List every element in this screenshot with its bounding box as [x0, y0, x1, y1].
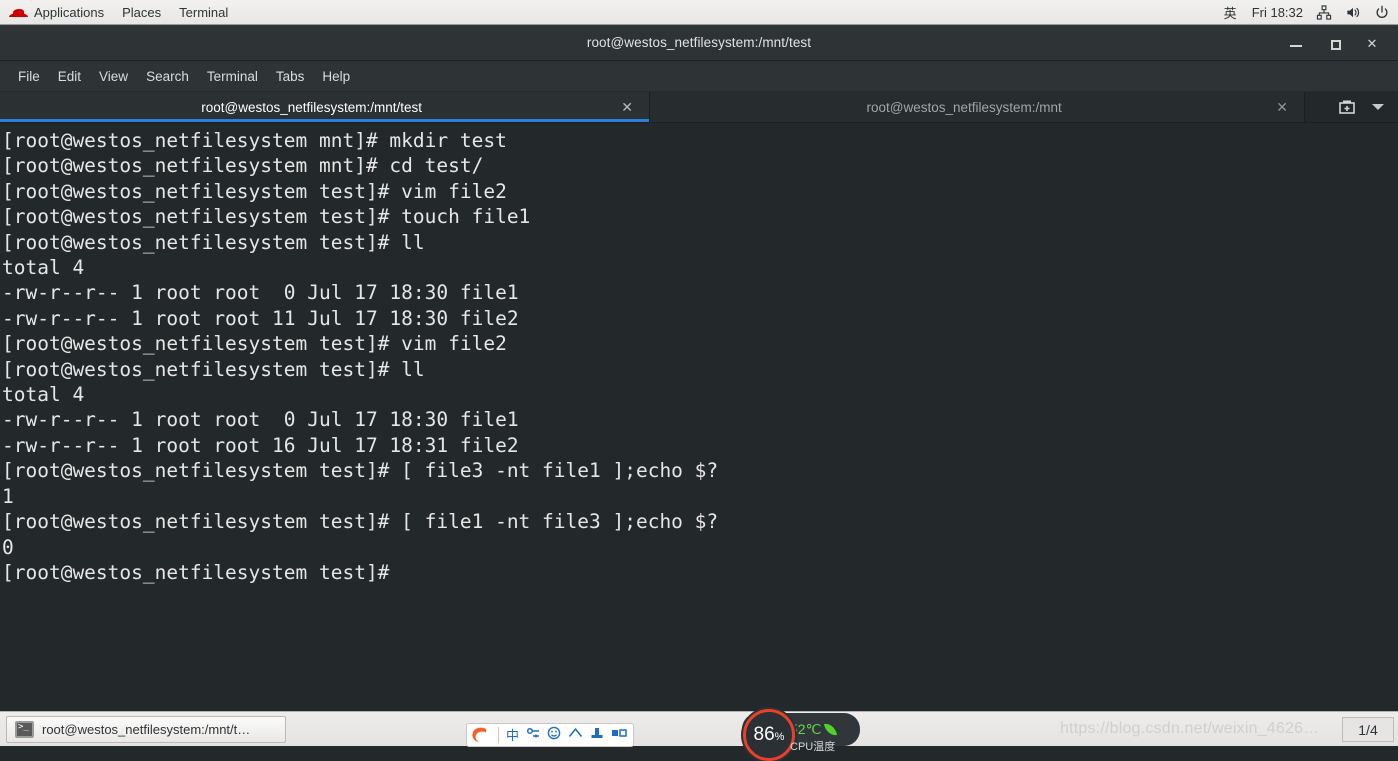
terminal-line: [root@westos_netfilesystem test]# ll [2, 357, 425, 381]
menubar: File Edit View Search Terminal Tabs Help [0, 61, 1398, 92]
tab-mnt[interactable]: root@westos_netfilesystem:/mnt ✕ [650, 92, 1305, 122]
places-menu[interactable]: Places [113, 0, 170, 24]
workspace-indicator-label: 1/4 [1358, 721, 1378, 738]
sogou-ime-toolbar[interactable]: 中 [466, 723, 635, 747]
places-menu-label: Places [122, 4, 162, 20]
terminal-line: total 4 [2, 383, 85, 407]
ime-divider [498, 727, 499, 743]
power-icon[interactable] [1374, 5, 1390, 20]
tab-label: root@westos_netfilesystem:/mnt/test [201, 99, 423, 115]
window-controls: ✕ [1288, 25, 1392, 61]
terminal-line: -rw-r--r-- 1 root root 16 Jul 17 18:31 f… [2, 433, 519, 457]
cpu-widget-caption: CPU温度 [790, 741, 836, 753]
cpu-temperature-row: 52℃ [790, 721, 838, 738]
terminal-line: 1 [2, 484, 14, 508]
workspace-switcher[interactable]: 1/4 [1342, 717, 1394, 742]
applications-menu[interactable]: Applications [0, 0, 113, 24]
top-panel-status-area: 英 Fri 18:32 [1222, 0, 1398, 24]
blog-watermark: https://blog.csdn.net/weixin_4626… [1060, 720, 1320, 737]
menu-search[interactable]: Search [137, 65, 198, 88]
maximize-button[interactable] [1326, 35, 1342, 51]
terminal-line: 0 [2, 535, 14, 559]
terminal-line: total 4 [2, 256, 85, 280]
volume-icon[interactable] [1345, 5, 1361, 20]
cpu-usage-ring[interactable]: 86% [743, 709, 795, 761]
tab-close-icon[interactable]: ✕ [1276, 100, 1288, 114]
terminal-line: [root@westos_netfilesystem test]# vim fi… [2, 332, 507, 356]
toolbox-icon[interactable] [590, 726, 604, 745]
terminal-window: root@westos_netfilesystem:/mnt/test ✕ Fi… [0, 25, 1398, 711]
menu-terminal[interactable]: Terminal [198, 65, 267, 88]
top-panel-menus: Applications Places Terminal [0, 0, 237, 24]
window-title: root@westos_netfilesystem:/mnt/test [586, 35, 812, 50]
tab-bar: root@westos_netfilesystem:/mnt/test ✕ ro… [0, 92, 1398, 123]
terminal-output[interactable]: [root@westos_netfilesystem mnt]# mkdir t… [0, 123, 1398, 711]
tab-close-icon[interactable]: ✕ [621, 100, 633, 114]
chevron-down-icon[interactable] [1372, 104, 1384, 110]
redhat-logo-icon [9, 6, 28, 19]
gnome-top-panel: Applications Places Terminal 英 Fri 18:32 [0, 0, 1398, 25]
sogou-logo-icon[interactable] [469, 726, 491, 745]
applications-menu-label: Applications [34, 4, 105, 20]
minimize-button[interactable] [1288, 35, 1304, 51]
leaf-icon [824, 722, 838, 737]
terminal-line: [root@westos_netfilesystem test]# touch … [2, 205, 531, 229]
menu-tabs[interactable]: Tabs [267, 65, 314, 88]
menu-view[interactable]: View [90, 65, 137, 88]
tab-bar-tools [1324, 92, 1398, 122]
terminal-line: -rw-r--r-- 1 root root 0 Jul 17 18:30 fi… [2, 408, 519, 432]
menu-help[interactable]: Help [313, 65, 359, 88]
terminal-line: [root@westos_netfilesystem mnt]# mkdir t… [2, 129, 507, 152]
terminal-line: [root@westos_netfilesystem test]# [ file… [2, 459, 719, 483]
clock[interactable]: Fri 18:32 [1252, 5, 1303, 20]
menu-edit[interactable]: Edit [49, 65, 90, 88]
terminal-line: -rw-r--r-- 1 root root 11 Jul 17 18:30 f… [2, 306, 519, 330]
network-icon[interactable] [1316, 4, 1332, 20]
cloud-icon[interactable] [568, 726, 583, 744]
terminal-line: [root@westos_netfilesystem test]# [ file… [2, 510, 719, 534]
keyboard-icon[interactable] [611, 726, 627, 744]
ime-indicator[interactable]: 英 [1222, 3, 1239, 22]
window-titlebar[interactable]: root@westos_netfilesystem:/mnt/test ✕ [0, 25, 1398, 61]
terminal-menu-label: Terminal [179, 4, 229, 20]
ime-settings-icon[interactable] [526, 726, 540, 745]
terminal-line: -rw-r--r-- 1 root root 0 Jul 17 18:30 fi… [2, 281, 519, 305]
close-button[interactable]: ✕ [1364, 35, 1380, 51]
terminal-line: [root@westos_netfilesystem test]# ll [2, 230, 425, 254]
terminal-line: [root@westos_netfilesystem test]# vim fi… [2, 179, 507, 203]
emoji-icon[interactable] [547, 726, 561, 745]
cpu-usage-value: 86% [753, 724, 785, 745]
terminal-line: [root@westos_netfilesystem mnt]# cd test… [2, 154, 484, 178]
tab-label: root@westos_netfilesystem:/mnt [866, 99, 1062, 115]
taskbar-window-button[interactable]: root@westos_netfilesystem:/mnt/t… [6, 715, 286, 743]
terminal-icon [15, 720, 34, 738]
new-tab-icon[interactable] [1338, 99, 1356, 115]
ime-chinese-mode-icon[interactable]: 中 [506, 729, 519, 742]
terminal-line-prompt: [root@westos_netfilesystem test]# [2, 560, 390, 584]
terminal-menu[interactable]: Terminal [170, 0, 237, 24]
menu-file[interactable]: File [9, 65, 49, 88]
taskbar-window-label: root@westos_netfilesystem:/mnt/t… [42, 721, 251, 737]
tab-mnt-test[interactable]: root@westos_netfilesystem:/mnt/test ✕ [0, 92, 650, 122]
